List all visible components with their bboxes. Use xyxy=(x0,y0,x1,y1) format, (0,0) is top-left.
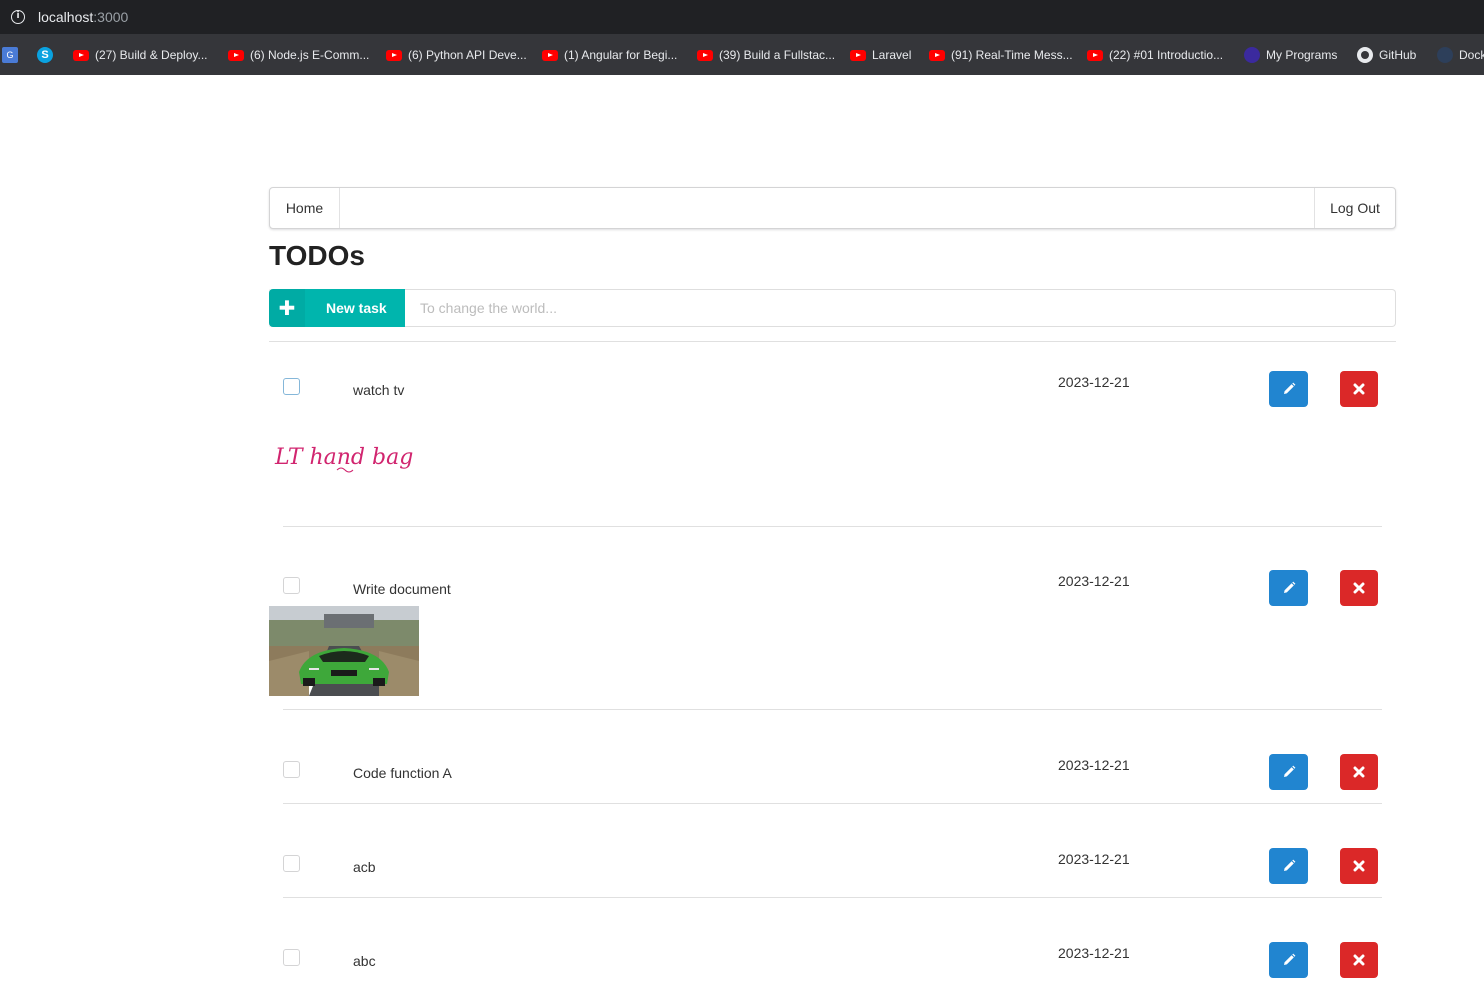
bookmark-label: (1) Angular for Begi... xyxy=(564,48,678,62)
youtube-icon xyxy=(73,49,89,61)
nav-home-link[interactable]: Home xyxy=(270,188,340,228)
divider xyxy=(283,526,1382,527)
edit-button[interactable] xyxy=(1269,570,1308,606)
nav-logout-link[interactable]: Log Out xyxy=(1314,188,1395,228)
docker-icon xyxy=(1437,47,1453,63)
bookmark-item[interactable]: (39) Build a Fullstac... xyxy=(697,46,835,64)
bookmark-label: (22) #01 Introductio... xyxy=(1109,48,1224,62)
bookmark-item[interactable]: (1) Angular for Begi... xyxy=(542,46,677,64)
todo-title: Write document xyxy=(353,581,451,597)
bookmark-label: GitHub xyxy=(1379,48,1417,62)
close-icon xyxy=(1353,582,1365,594)
todo-title: watch tv xyxy=(353,382,405,398)
new-task-input[interactable] xyxy=(405,289,1396,327)
todo-checkbox[interactable] xyxy=(283,855,300,872)
youtube-icon xyxy=(697,49,713,61)
todo-title: Code function A xyxy=(353,765,452,781)
github-icon xyxy=(1357,47,1373,63)
todo-title: acb xyxy=(353,859,376,875)
pencil-icon xyxy=(1283,382,1295,394)
youtube-icon xyxy=(1087,49,1103,61)
bookmark-google-translate[interactable]: G xyxy=(2,46,24,64)
bookmark-item[interactable]: (6) Python API Deve... xyxy=(386,46,527,64)
delete-button[interactable] xyxy=(1340,848,1378,884)
bookmark-label: (27) Build & Deploy... xyxy=(95,48,208,62)
todo-title: abc xyxy=(353,953,376,969)
youtube-icon xyxy=(850,49,866,61)
bookmark-github[interactable]: GitHub xyxy=(1357,46,1416,64)
todo-checkbox[interactable] xyxy=(283,577,300,594)
bookmark-label: (39) Build a Fullstac... xyxy=(719,48,836,62)
bookmark-item[interactable]: (6) Node.js E-Comm... xyxy=(228,46,369,64)
url-port: :3000 xyxy=(93,9,129,25)
edit-button[interactable] xyxy=(1269,754,1308,790)
bookmark-label: Dock xyxy=(1459,48,1484,62)
todo-date: 2023-12-21 xyxy=(1058,573,1130,589)
bookmark-label: (6) Python API Deve... xyxy=(408,48,527,62)
divider xyxy=(269,341,1396,342)
programs-icon xyxy=(1244,47,1260,63)
close-icon xyxy=(1353,766,1365,778)
edit-button[interactable] xyxy=(1269,942,1308,978)
bookmark-skype[interactable]: S xyxy=(37,46,59,64)
todo-date: 2023-12-21 xyxy=(1058,374,1130,390)
new-task-button[interactable]: ✚ New task xyxy=(269,289,405,327)
edit-button[interactable] xyxy=(1269,848,1308,884)
youtube-icon xyxy=(929,49,945,61)
youtube-icon xyxy=(228,49,244,61)
skype-icon: S xyxy=(37,47,53,63)
close-icon xyxy=(1353,383,1365,395)
browser-address-bar: i localhost:3000 xyxy=(0,0,1484,34)
bookmark-label: (6) Node.js E-Comm... xyxy=(250,48,370,62)
bookmark-docker[interactable]: Dock xyxy=(1437,46,1484,64)
divider xyxy=(283,709,1382,710)
pencil-icon xyxy=(1283,953,1295,965)
youtube-icon xyxy=(386,49,402,61)
bookmark-item[interactable]: (27) Build & Deploy... xyxy=(73,46,208,64)
page-title: TODOs xyxy=(269,240,365,271)
divider xyxy=(283,803,1382,804)
todo-checkbox[interactable] xyxy=(283,949,300,966)
new-task-label: New task xyxy=(326,300,387,316)
plus-icon: ✚ xyxy=(269,289,305,327)
bookmark-item[interactable]: (22) #01 Introductio... xyxy=(1087,46,1223,64)
todo-date: 2023-12-21 xyxy=(1058,757,1130,773)
todo-image-green-car xyxy=(269,606,419,696)
top-menu: Home Log Out xyxy=(269,187,1396,229)
google-translate-icon: G xyxy=(2,47,18,63)
delete-button[interactable] xyxy=(1340,942,1378,978)
todo-date: 2023-12-21 xyxy=(1058,851,1130,867)
divider xyxy=(283,897,1382,898)
todo-checkbox[interactable] xyxy=(283,761,300,778)
logo-text: LT hand bag xyxy=(274,445,413,470)
bookmark-label: Laravel xyxy=(872,48,912,62)
delete-button[interactable] xyxy=(1340,570,1378,606)
bookmarks-bar: G S (27) Build & Deploy... (6) Node.js E… xyxy=(0,34,1484,75)
url-host: localhost xyxy=(38,9,94,25)
delete-button[interactable] xyxy=(1340,371,1378,407)
close-icon xyxy=(1353,954,1365,966)
bookmark-item[interactable]: (91) Real-Time Mess... xyxy=(929,46,1073,64)
delete-button[interactable] xyxy=(1340,754,1378,790)
youtube-icon xyxy=(542,49,558,61)
todo-checkbox[interactable] xyxy=(283,378,300,395)
url-field[interactable]: localhost:3000 xyxy=(38,9,128,25)
bookmark-my-programs[interactable]: My Programs xyxy=(1244,46,1337,64)
pencil-icon xyxy=(1283,765,1295,777)
edit-button[interactable] xyxy=(1269,371,1308,407)
todo-date: 2023-12-21 xyxy=(1058,945,1130,961)
bookmark-label: My Programs xyxy=(1266,48,1338,62)
bookmark-item[interactable]: Laravel xyxy=(850,46,911,64)
info-icon[interactable]: i xyxy=(11,10,25,24)
close-icon xyxy=(1353,860,1365,872)
todo-image-handbag-logo: LT hand bag xyxy=(271,406,419,516)
pencil-icon xyxy=(1283,859,1295,871)
bookmark-label: (91) Real-Time Mess... xyxy=(951,48,1073,62)
pencil-icon xyxy=(1283,581,1295,593)
